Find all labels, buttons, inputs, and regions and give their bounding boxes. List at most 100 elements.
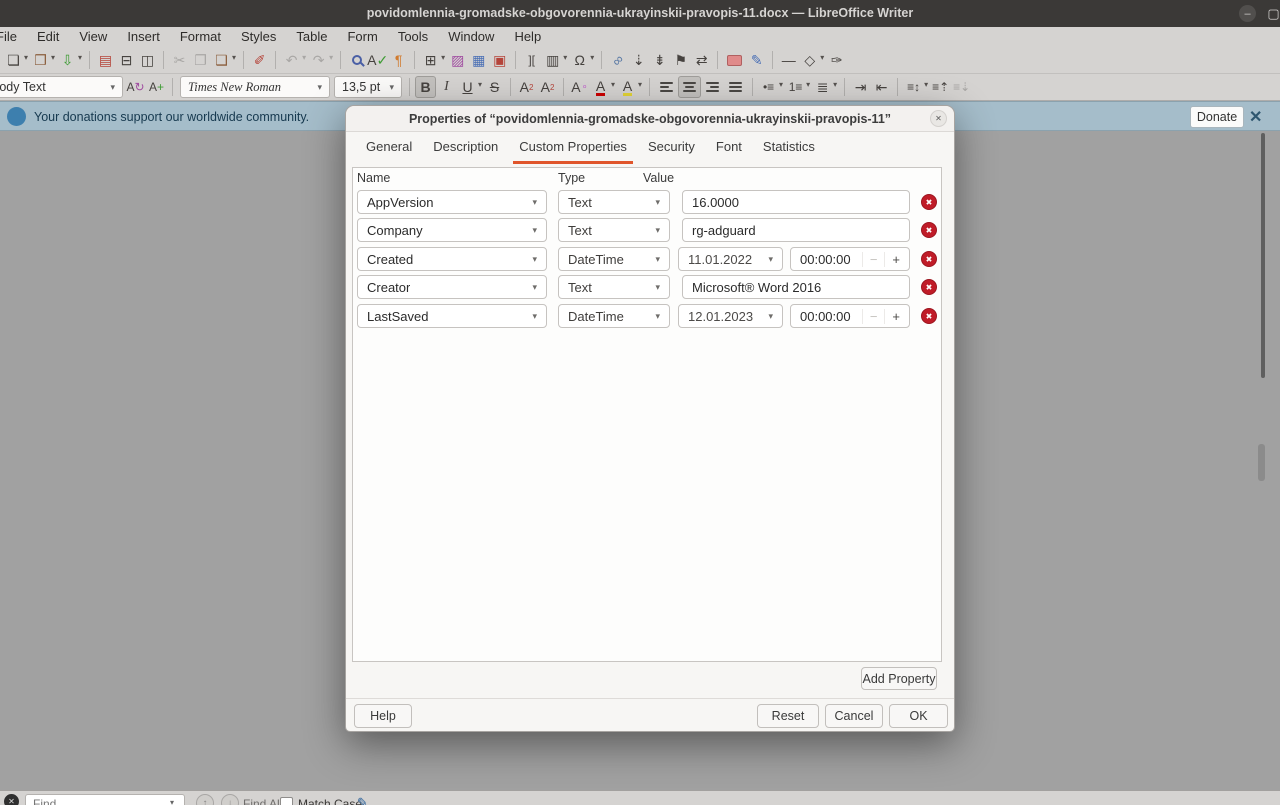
delete-property-button[interactable]: ✖ <box>921 194 937 210</box>
open-icon[interactable]: ❒ <box>30 49 51 71</box>
chevron-down-icon[interactable]: ▾ <box>532 254 537 265</box>
superscript-icon[interactable]: A2 <box>516 76 537 98</box>
decrease-indent-icon[interactable]: ⇤ <box>871 76 892 98</box>
findbar-close-icon[interactable]: ✕ <box>4 794 19 805</box>
chevron-down-icon[interactable]: ▾ <box>655 254 660 265</box>
menu-table[interactable]: Table <box>286 27 337 47</box>
chevron-down-icon[interactable]: ▾ <box>329 53 333 62</box>
print-preview-icon[interactable]: ◫ <box>137 49 158 71</box>
save-icon[interactable]: ⇩ <box>57 49 78 71</box>
menu-format[interactable]: Format <box>170 27 231 47</box>
find-input[interactable] <box>25 794 185 805</box>
copy-icon[interactable]: ❐ <box>190 49 211 71</box>
tab-security[interactable]: Security <box>642 132 701 164</box>
ok-button[interactable]: OK <box>889 704 948 728</box>
menu-styles[interactable]: Styles <box>231 27 286 47</box>
menu-view[interactable]: View <box>69 27 117 47</box>
print-icon[interactable]: ⊟ <box>116 49 137 71</box>
bookmark-icon[interactable]: ⚑ <box>670 49 691 71</box>
tab-description[interactable]: Description <box>427 132 504 164</box>
export-pdf-icon[interactable]: ▤ <box>95 49 116 71</box>
vertical-scrollbar-thumb[interactable] <box>1261 133 1265 378</box>
italic-icon[interactable]: I <box>436 76 457 98</box>
time-increment-icon[interactable]: + <box>884 309 904 324</box>
chevron-down-icon[interactable]: ▾ <box>302 53 306 62</box>
tab-custom-properties[interactable]: Custom Properties <box>513 132 633 164</box>
footnote-icon[interactable]: ⇣ <box>628 49 649 71</box>
reset-button[interactable]: Reset <box>757 704 819 728</box>
tab-font[interactable]: Font <box>710 132 748 164</box>
highlight-color-icon[interactable]: A <box>617 76 638 98</box>
chevron-down-icon[interactable]: ▾ <box>532 225 537 236</box>
chevron-down-icon[interactable]: ▾ <box>655 282 660 293</box>
chevron-down-icon[interactable]: ▾ <box>768 311 773 322</box>
bold-icon[interactable]: B <box>415 76 436 98</box>
insert-chart-icon[interactable]: ▦ <box>468 49 489 71</box>
insert-table-icon[interactable]: ⊞ <box>420 49 441 71</box>
navigate-by-icon[interactable]: ✎ <box>357 795 368 805</box>
menu-tools[interactable]: Tools <box>388 27 438 47</box>
chevron-down-icon[interactable]: ▾ <box>806 80 810 89</box>
chevron-down-icon[interactable]: ▾ <box>563 53 567 62</box>
chevron-down-icon[interactable]: ▾ <box>532 311 537 322</box>
increase-indent-icon[interactable]: ⇥ <box>850 76 871 98</box>
menu-help[interactable]: Help <box>504 27 551 47</box>
underline-icon[interactable]: U <box>457 76 478 98</box>
chevron-down-icon[interactable]: ▾ <box>532 282 537 293</box>
justify-icon[interactable] <box>724 76 747 98</box>
menu-form[interactable]: Form <box>337 27 387 47</box>
menu-edit[interactable]: Edit <box>27 27 69 47</box>
new-document-icon[interactable]: ❏ <box>3 49 24 71</box>
match-case-checkbox[interactable] <box>280 797 293 805</box>
paragraph-space-increase-icon[interactable]: ≡⇡ <box>930 76 951 98</box>
undo-icon[interactable]: ↶ <box>281 49 302 71</box>
chevron-down-icon[interactable]: ▾ <box>655 225 660 236</box>
property-date-combo[interactable]: 11.01.2022▾ <box>678 247 783 271</box>
ordered-list-icon[interactable]: 1≡ <box>785 76 806 98</box>
chevron-down-icon[interactable]: ▾ <box>51 53 55 62</box>
insert-line-icon[interactable]: — <box>778 49 799 71</box>
chevron-down-icon[interactable]: ▾ <box>532 197 537 208</box>
chevron-down-icon[interactable]: ▾ <box>655 197 660 208</box>
delete-property-button[interactable]: ✖ <box>921 308 937 324</box>
property-value-input[interactable]: Microsoft® Word 2016 <box>682 275 910 299</box>
add-property-button[interactable]: Add Property <box>861 667 937 690</box>
chevron-down-icon[interactable]: ▾ <box>779 80 783 89</box>
chevron-down-icon[interactable]: ▾ <box>232 53 236 62</box>
property-value-input[interactable]: 16.0000 <box>682 190 910 214</box>
insert-text-box-icon[interactable]: ▣ <box>489 49 510 71</box>
chevron-down-icon[interactable]: ▾ <box>611 80 615 89</box>
cross-reference-icon[interactable]: ⇄ <box>691 49 712 71</box>
property-type-combo[interactable]: DateTime▾ <box>558 247 670 271</box>
chevron-down-icon[interactable]: ▾ <box>655 311 660 322</box>
time-increment-icon[interactable]: + <box>884 252 904 267</box>
subscript-icon[interactable]: A2 <box>537 76 558 98</box>
chevron-down-icon[interactable]: ▾ <box>78 53 82 62</box>
find-all-label[interactable]: Find All <box>243 797 282 805</box>
chevron-down-icon[interactable]: ▾ <box>24 53 28 62</box>
page-break-icon[interactable]: ][ <box>521 49 542 71</box>
dialog-close-button[interactable]: ✕ <box>930 110 947 127</box>
strikethrough-icon[interactable]: S <box>484 76 505 98</box>
insert-field-icon[interactable]: ▥ <box>542 49 563 71</box>
find-next-icon[interactable]: ↓ <box>221 794 239 805</box>
property-name-combo[interactable]: Company▾ <box>357 218 547 242</box>
character-dialog-icon[interactable]: A∘ <box>569 76 590 98</box>
align-left-icon[interactable] <box>655 76 678 98</box>
chevron-down-icon[interactable]: ▾ <box>768 254 773 265</box>
paragraph-space-decrease-icon[interactable]: ≡⇣ <box>951 76 972 98</box>
find-previous-icon[interactable]: ↑ <box>196 794 214 805</box>
delete-property-button[interactable]: ✖ <box>921 222 937 238</box>
donate-button[interactable]: Donate <box>1190 106 1244 128</box>
dialog-titlebar[interactable]: Properties of “povidomlennia-gromadske-o… <box>346 106 954 132</box>
paste-icon[interactable]: ❑ <box>211 49 232 71</box>
unordered-list-icon[interactable]: •≡ <box>758 76 779 98</box>
infobar-close-icon[interactable]: ✕ <box>1249 107 1262 127</box>
chevron-down-icon[interactable]: ▾ <box>924 80 928 89</box>
chevron-down-icon[interactable]: ▾ <box>441 53 445 62</box>
property-name-combo[interactable]: Created▾ <box>357 247 547 271</box>
menu-window[interactable]: Window <box>438 27 504 47</box>
tab-statistics[interactable]: Statistics <box>757 132 821 164</box>
menu-file[interactable]: File <box>0 27 27 47</box>
chevron-down-icon[interactable]: ▾ <box>638 80 642 89</box>
